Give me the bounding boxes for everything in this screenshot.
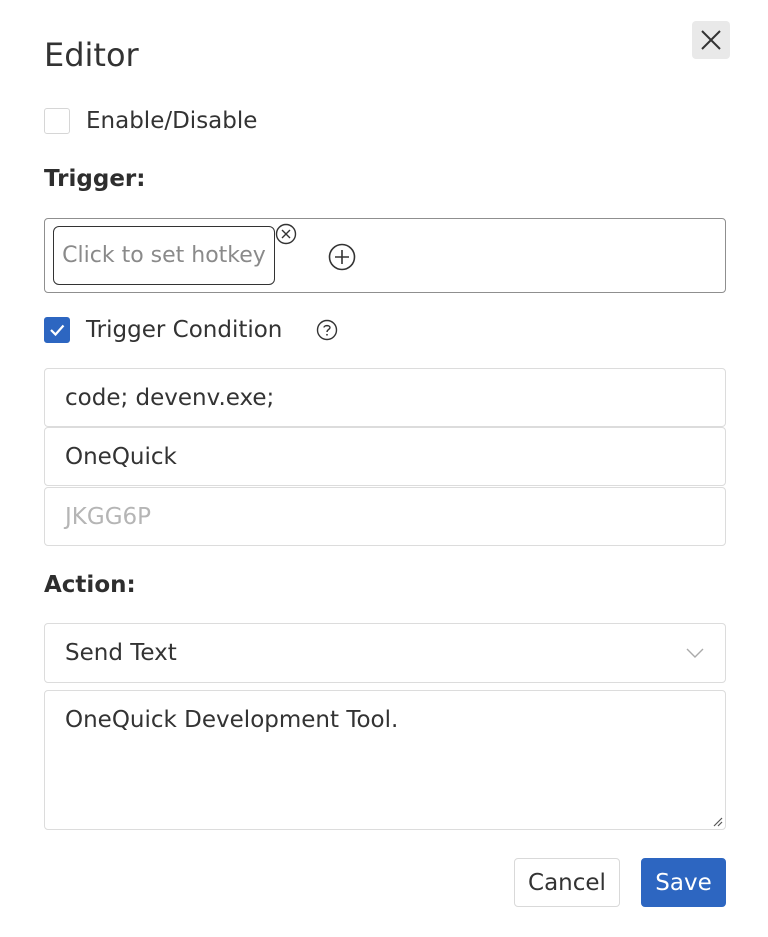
enable-label: Enable/Disable [86, 108, 258, 134]
action-text-area[interactable]: OneQuick Development Tool. [44, 690, 726, 830]
action-select-value: Send Text [65, 640, 177, 666]
condition-class-input[interactable]: OneQuick [44, 427, 726, 486]
trigger-container: Click to set hotkey [44, 218, 726, 293]
resize-grip-icon[interactable] [711, 815, 723, 827]
close-icon [701, 30, 721, 50]
enable-checkbox[interactable] [44, 108, 70, 134]
question-circle-icon[interactable] [316, 319, 338, 341]
chevron-down-icon [686, 648, 704, 658]
close-button[interactable] [692, 21, 730, 59]
condition-label: Trigger Condition [86, 317, 283, 343]
action-text-value: OneQuick Development Tool. [65, 707, 399, 733]
action-select[interactable]: Send Text [44, 623, 726, 683]
cancel-button[interactable]: Cancel [514, 858, 620, 907]
condition-checkbox[interactable] [44, 317, 70, 343]
enable-row: Enable/Disable [44, 108, 257, 134]
action-label: Action: [44, 572, 136, 598]
condition-title-input[interactable]: JKGG6P [44, 487, 726, 546]
circle-x-icon[interactable] [275, 223, 297, 245]
save-button[interactable]: Save [641, 858, 726, 907]
condition-process-input[interactable]: code; devenv.exe; [44, 368, 726, 427]
circle-plus-icon[interactable] [328, 243, 356, 271]
dialog-title: Editor [44, 36, 139, 74]
hotkey-button[interactable]: Click to set hotkey [53, 226, 275, 285]
trigger-label: Trigger: [44, 166, 146, 192]
condition-row: Trigger Condition [44, 317, 338, 343]
check-icon [50, 324, 65, 337]
